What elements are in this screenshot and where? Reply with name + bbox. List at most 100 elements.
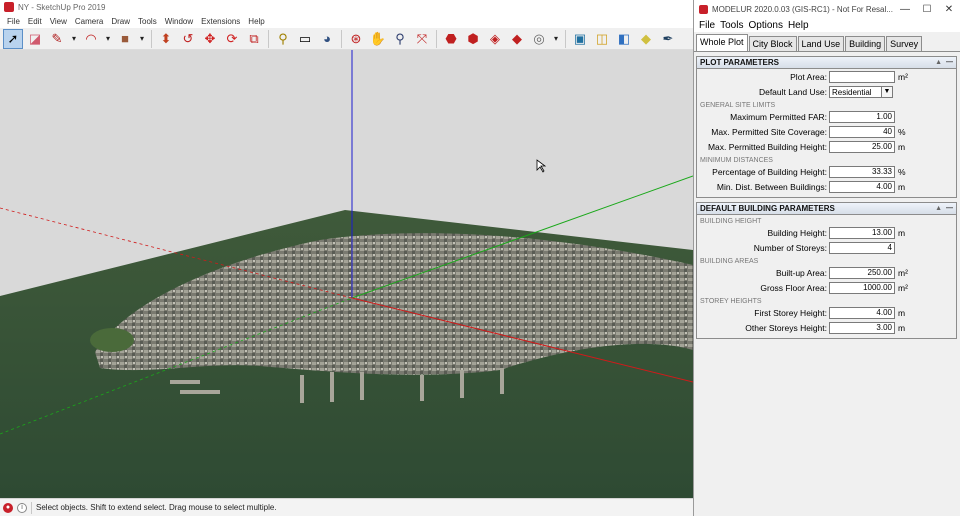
toolbar-separator bbox=[151, 29, 152, 48]
sketchup-window-title: NY - SketchUp Pro 2019 bbox=[18, 2, 106, 12]
modelur-titlebar: MODELUR 2020.0.03 (GIS-RC1) - Not For Re… bbox=[694, 0, 960, 18]
other-storeys-row: Other Storeys Height: 3.00 m bbox=[697, 321, 956, 335]
geo-location-icon[interactable]: ● bbox=[3, 502, 13, 513]
modelur-menu-tools[interactable]: Tools bbox=[719, 20, 747, 31]
storeys-field[interactable]: 4 bbox=[829, 242, 895, 254]
minimum-distances-heading: MINIMUM DISTANCES bbox=[700, 157, 773, 164]
tape-icon[interactable]: ⚲ bbox=[273, 29, 293, 49]
maximize-icon[interactable]: ☐ bbox=[916, 4, 938, 15]
building-height-row: Building Height: 13.00 m bbox=[697, 226, 956, 240]
sketchup-logo-icon bbox=[4, 2, 14, 12]
select-icon[interactable]: ➚ bbox=[3, 28, 23, 49]
plot-parameters-panel: PLOT PARAMETERS ▲ — Plot Area: m² Defaul… bbox=[696, 56, 957, 198]
menu-edit[interactable]: Edit bbox=[24, 17, 46, 26]
plot-parameters-header[interactable]: PLOT PARAMETERS ▲ — bbox=[697, 57, 956, 69]
orbit-icon[interactable]: ⊛ bbox=[346, 29, 366, 49]
sandbox-icon[interactable]: ◧ bbox=[614, 29, 634, 49]
extension-warehouse-icon[interactable]: ⬢ bbox=[463, 29, 483, 49]
tab-land-use[interactable]: Land Use bbox=[797, 36, 845, 51]
tab-whole-plot[interactable]: Whole Plot bbox=[696, 34, 748, 51]
modelur-menu-help[interactable]: Help bbox=[787, 20, 813, 31]
modelur-window: MODELUR 2020.0.03 (GIS-RC1) - Not For Re… bbox=[693, 0, 960, 516]
land-use-value: Residential bbox=[832, 87, 872, 97]
account-icon[interactable]: ◎ bbox=[529, 29, 549, 49]
pct-height-label: Percentage of Building Height: bbox=[712, 167, 827, 177]
modelur-menu-options[interactable]: Options bbox=[747, 20, 786, 31]
min-dist-field[interactable]: 4.00 bbox=[829, 181, 895, 193]
rotate-icon[interactable]: ⟳ bbox=[222, 29, 242, 49]
shape-icon[interactable]: ■ bbox=[115, 29, 135, 49]
arc-icon[interactable]: ◠ bbox=[81, 29, 101, 49]
pct-height-field[interactable]: 33.33 bbox=[829, 166, 895, 178]
chevron-down-icon[interactable]: ▼ bbox=[881, 87, 892, 97]
pin-icon[interactable]: ▲ bbox=[935, 59, 942, 66]
land-use-label: Default Land Use: bbox=[758, 87, 827, 97]
3dwarehouse-icon[interactable]: ⬣ bbox=[441, 29, 461, 49]
menu-draw[interactable]: Draw bbox=[107, 17, 134, 26]
max-height-unit: m bbox=[898, 142, 906, 152]
followme-icon[interactable]: ↺ bbox=[178, 29, 198, 49]
other-storeys-field[interactable]: 3.00 bbox=[829, 322, 895, 334]
max-far-field[interactable]: 1.00 bbox=[829, 111, 895, 123]
texture-icon[interactable]: ◆ bbox=[636, 29, 656, 49]
shape-dropdown-icon[interactable]: ▾ bbox=[137, 29, 147, 49]
menu-help[interactable]: Help bbox=[244, 17, 268, 26]
max-height-field[interactable]: 25.00 bbox=[829, 141, 895, 153]
max-coverage-label: Max. Permitted Site Coverage: bbox=[711, 127, 827, 137]
builtup-area-row: Built-up Area: 250.00 m² bbox=[697, 266, 956, 280]
menu-camera[interactable]: Camera bbox=[71, 17, 107, 26]
first-storey-field[interactable]: 4.00 bbox=[829, 307, 895, 319]
sketchup-menubar: File Edit View Camera Draw Tools Window … bbox=[0, 14, 693, 28]
instructor-info-icon[interactable]: i bbox=[17, 502, 27, 513]
ruby-icon[interactable]: ◆ bbox=[507, 29, 527, 49]
eraser-icon[interactable]: ◪ bbox=[25, 29, 45, 49]
builtup-area-field[interactable]: 250.00 bbox=[829, 267, 895, 279]
zoom-extents-icon[interactable]: ⤧ bbox=[412, 29, 432, 49]
account-dropdown-icon[interactable]: ▾ bbox=[551, 29, 561, 49]
text-icon[interactable]: ▭ bbox=[295, 29, 315, 49]
building-height-label: Building Height: bbox=[767, 228, 827, 238]
close-icon[interactable]: ✕ bbox=[938, 4, 960, 15]
tab-building[interactable]: Building bbox=[845, 36, 886, 51]
first-storey-label: First Storey Height: bbox=[754, 308, 827, 318]
arc-dropdown-icon[interactable]: ▾ bbox=[103, 29, 113, 49]
layout-icon[interactable]: ◈ bbox=[485, 29, 505, 49]
move-icon[interactable]: ✥ bbox=[200, 29, 220, 49]
building-height-unit: m bbox=[898, 228, 906, 238]
tab-survey[interactable]: Survey bbox=[886, 36, 923, 51]
storeys-row: Number of Storeys: 4 bbox=[697, 241, 956, 255]
land-use-select[interactable]: Residential ▼ bbox=[829, 86, 893, 98]
menu-view[interactable]: View bbox=[46, 17, 71, 26]
zoom-icon[interactable]: ⚲ bbox=[390, 29, 410, 49]
model-viewport[interactable] bbox=[0, 50, 693, 498]
other-storeys-unit: m bbox=[898, 323, 906, 333]
pushpull-icon[interactable]: ⬍ bbox=[156, 29, 176, 49]
collapse-icon[interactable]: — bbox=[946, 59, 953, 66]
general-site-limits-heading: GENERAL SITE LIMITS bbox=[700, 102, 776, 109]
pencil-icon[interactable]: ✎ bbox=[47, 29, 67, 49]
box-icon[interactable]: ◫ bbox=[592, 29, 612, 49]
max-coverage-field[interactable]: 40 bbox=[829, 126, 895, 138]
eyedropper-icon[interactable]: ✒ bbox=[658, 29, 678, 49]
menu-tools[interactable]: Tools bbox=[134, 17, 161, 26]
scale-icon[interactable]: ⧉ bbox=[244, 29, 264, 49]
menu-file[interactable]: File bbox=[3, 17, 24, 26]
building-height-field[interactable]: 13.00 bbox=[829, 227, 895, 239]
collapse-icon[interactable]: — bbox=[946, 205, 953, 212]
plot-area-field[interactable] bbox=[829, 71, 895, 83]
pin-icon[interactable]: ▲ bbox=[935, 205, 942, 212]
modelur-menu-file[interactable]: File bbox=[698, 20, 719, 31]
building-parameters-header[interactable]: DEFAULT BUILDING PARAMETERS ▲ — bbox=[697, 203, 956, 215]
minimize-icon[interactable]: — bbox=[894, 4, 916, 15]
pct-height-unit: % bbox=[898, 167, 906, 177]
storeys-label: Number of Storeys: bbox=[753, 243, 827, 253]
pan-icon[interactable]: ✋ bbox=[368, 29, 388, 49]
menu-extensions[interactable]: Extensions bbox=[197, 17, 244, 26]
pencil-dropdown-icon[interactable]: ▾ bbox=[69, 29, 79, 49]
paint-icon[interactable]: ◕ bbox=[317, 29, 337, 49]
menu-window[interactable]: Window bbox=[161, 17, 197, 26]
mouse-cursor-icon bbox=[536, 159, 547, 173]
tab-city-block[interactable]: City Block bbox=[748, 36, 797, 51]
gfa-field[interactable]: 1000.00 bbox=[829, 282, 895, 294]
section-icon[interactable]: ▣ bbox=[570, 29, 590, 49]
